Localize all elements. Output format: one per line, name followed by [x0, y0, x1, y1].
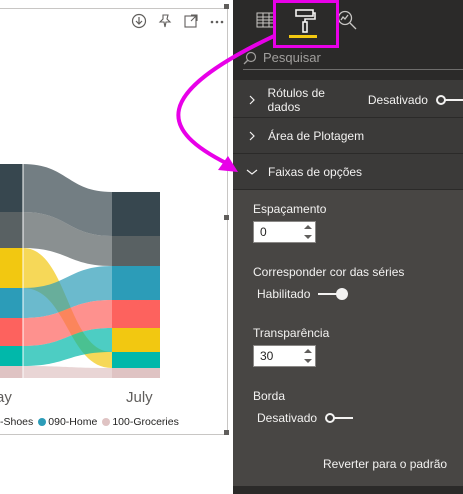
pane-tabs-bar: Pesquisar [233, 0, 463, 80]
x-axis-label-may: ay [0, 389, 12, 406]
stepper-up-icon[interactable] [304, 349, 312, 353]
ribbon-column-segment[interactable] [0, 164, 23, 212]
chevron-right-icon [245, 95, 259, 105]
transparency-label: Transparência [253, 326, 330, 340]
chart-legend: -Shoes 090-Home 100-Groceries [0, 416, 179, 428]
legend-label: -Shoes [0, 416, 34, 428]
analytics-magnifier-icon[interactable] [336, 9, 358, 31]
border-toggle[interactable] [325, 413, 354, 423]
match-series-label: Corresponder cor das séries [253, 265, 405, 279]
ribbon-link[interactable] [23, 366, 112, 378]
legend-item-groceries[interactable]: 100-Groceries [102, 416, 179, 428]
match-series-row: Habilitado [257, 287, 349, 301]
legend-item-shoes[interactable]: -Shoes [0, 416, 33, 428]
ribbon-column-segment[interactable] [112, 328, 160, 352]
section-plot-area[interactable]: Área de Plotagem [233, 118, 463, 154]
ribbon-column-segment[interactable] [112, 266, 160, 300]
ribbon-column-segment[interactable] [0, 248, 23, 288]
section-label: Área de Plotagem [268, 128, 365, 143]
section-label: Faixas de opções [268, 164, 363, 179]
ribbons-settings-card: Espaçamento 0 Corresponder cor das série… [233, 190, 463, 490]
data-labels-state: Desativado [367, 92, 428, 107]
match-series-state: Habilitado [257, 287, 311, 301]
transparency-stepper[interactable]: 30 [253, 345, 316, 367]
data-labels-toggle[interactable] [435, 94, 463, 105]
ribbon-column-segment[interactable] [112, 352, 160, 368]
border-row: Desativado [257, 411, 354, 425]
search-box[interactable]: Pesquisar [243, 46, 463, 70]
ribbon-column-segment[interactable] [112, 368, 160, 378]
border-label: Borda [253, 389, 286, 403]
section-data-labels[interactable]: Rótulos de dados Desativado [233, 82, 463, 118]
legend-item-home[interactable]: 090-Home [38, 416, 97, 428]
section-label: Rótulos de dados [267, 85, 325, 114]
highlight-annotation-box [273, 0, 339, 48]
stepper-up-icon[interactable] [304, 225, 312, 229]
ribbon-column-segment[interactable] [112, 236, 160, 266]
stepper-down-icon[interactable] [304, 359, 312, 363]
chevron-right-icon [245, 131, 259, 141]
search-placeholder: Pesquisar [263, 50, 321, 65]
x-axis-label-july: July [126, 389, 153, 406]
ribbon-column-segment[interactable] [0, 288, 23, 318]
ribbon-column-segment[interactable] [112, 300, 160, 328]
legend-swatch [102, 418, 111, 426]
spacing-value: 0 [260, 225, 267, 239]
search-icon [243, 51, 257, 64]
legend-label: 100-Groceries [112, 416, 179, 428]
reset-to-default-link[interactable]: Reverter para o padrão [323, 457, 447, 471]
pane-bottom-edge [233, 486, 463, 494]
legend-label: 090-Home [48, 416, 98, 428]
border-state: Desativado [257, 411, 318, 425]
legend-swatch [38, 418, 47, 426]
ribbon-chart-visual[interactable]: ay July -Shoes 090-Home 100-Groceries [0, 0, 232, 494]
match-series-toggle[interactable] [318, 288, 349, 300]
ribbon-column-segment[interactable] [0, 318, 23, 346]
section-ribbons[interactable]: Faixas de opções [233, 154, 463, 190]
chevron-down-icon [245, 168, 259, 176]
ribbon-column-segment[interactable] [0, 366, 23, 378]
transparency-value: 30 [260, 349, 274, 363]
ribbon-column-segment[interactable] [0, 212, 23, 248]
spacing-label: Espaçamento [253, 202, 327, 216]
spacing-stepper[interactable]: 0 [253, 221, 316, 243]
visualizations-pane: Pesquisar Rótulos de dados Desativado Ár… [233, 0, 463, 494]
ribbon-column-segment[interactable] [112, 192, 160, 236]
ribbon-column-segment[interactable] [0, 346, 23, 366]
stepper-down-icon[interactable] [304, 235, 312, 239]
